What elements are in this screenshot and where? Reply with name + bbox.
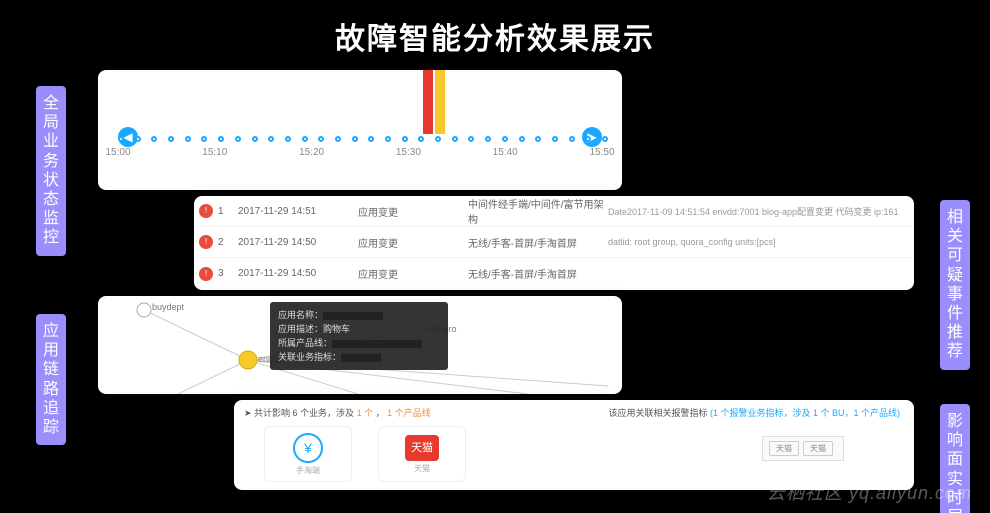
timeline-tick[interactable] (402, 136, 408, 142)
timeline-tick[interactable] (485, 136, 491, 142)
timeline-tick[interactable] (435, 136, 441, 142)
timeline-tick[interactable] (569, 136, 575, 142)
event-row[interactable]: !12017-11-29 14:51应用变更中间件经手端/中间件/富节用架构Da… (194, 196, 914, 227)
impact-right-text: 该应用关联相关报警指标 (1 个报警业务指标，涉及 1 个 BU，1 个产品线) (540, 406, 900, 419)
alert-icon: ! (199, 204, 213, 218)
yen-icon: ¥ (293, 433, 323, 463)
timeline-label: 15:40 (493, 147, 518, 158)
timeline-tick[interactable] (335, 136, 341, 142)
panel-impact: ➤ 共计影响 6 个业务，涉及 1 个 ， 1 个产品线 ¥ 手淘端 天猫 天猫… (234, 400, 914, 490)
timeline-tick[interactable] (368, 136, 374, 142)
timeline-tick[interactable] (302, 136, 308, 142)
node-label-a: buydept (152, 302, 184, 312)
timeline-tick[interactable] (218, 136, 224, 142)
impact-card-app[interactable]: ¥ 手淘端 (264, 426, 352, 482)
timeline-tick[interactable] (135, 136, 141, 142)
panel-topology: buydept enit02 odt-pro 应用名称： 应用描述：购物车 所属… (98, 296, 622, 394)
alert-icon: ! (199, 235, 213, 249)
timeline-bar-red (423, 70, 433, 134)
timeline-bar-yellow (435, 70, 445, 134)
timeline-label: 15:30 (396, 147, 421, 158)
timeline-tick[interactable] (602, 136, 608, 142)
timeline-tick[interactable] (502, 136, 508, 142)
timeline-tick[interactable] (352, 136, 358, 142)
timeline-tick[interactable] (385, 136, 391, 142)
timeline-tick[interactable] (235, 136, 241, 142)
timeline-tick[interactable] (118, 136, 124, 142)
label-global-monitor: 全局业务状态监控 (36, 86, 66, 256)
timeline-tick[interactable] (318, 136, 324, 142)
timeline-tick[interactable] (185, 136, 191, 142)
watermark: 云栖社区 yq.aliyun.com (767, 479, 972, 505)
alert-icon: ! (199, 267, 213, 281)
timeline-tick[interactable] (268, 136, 274, 142)
node-tooltip: 应用名称： 应用描述：购物车 所属产品线： 关联业务指标： (270, 302, 448, 370)
timeline-tick[interactable] (519, 136, 525, 142)
timeline-tick[interactable] (552, 136, 558, 142)
timeline-tick[interactable] (168, 136, 174, 142)
timeline-tick[interactable] (285, 136, 291, 142)
page-title: 故障智能分析效果展示 (0, 0, 990, 58)
impact-card-tmall[interactable]: 天猫 天猫 (378, 426, 466, 482)
timeline-label: 15:50 (589, 147, 614, 158)
event-row[interactable]: !22017-11-29 14:50应用变更无线/手客-首屏/手淘首屏datli… (194, 227, 914, 258)
panel-events: !12017-11-29 14:51应用变更中间件经手端/中间件/富节用架构Da… (194, 196, 914, 290)
timeline-tick[interactable] (468, 136, 474, 142)
progress-icon: ➤ (244, 408, 254, 418)
impact-tags: 天猫天猫 (762, 436, 844, 461)
label-suspect-events: 相关可疑事件推荐 (940, 200, 970, 370)
timeline-tick[interactable] (418, 136, 424, 142)
timeline-tick[interactable] (252, 136, 258, 142)
timeline-tick[interactable] (151, 136, 157, 142)
timeline-label: 15:20 (299, 147, 324, 158)
label-topology-trace: 应用链路追踪 (36, 314, 66, 445)
panel-timeline: ◀ ▶ 15:0015:1015:2015:3015:4015:50 (98, 70, 622, 190)
timeline-tick[interactable] (535, 136, 541, 142)
timeline-tick[interactable] (452, 136, 458, 142)
timeline-label: 15:00 (105, 147, 130, 158)
event-row[interactable]: !32017-11-29 14:50应用变更无线/手客-首屏/手淘首屏 (194, 258, 914, 289)
timeline-tick[interactable] (201, 136, 207, 142)
timeline-label: 15:10 (202, 147, 227, 158)
tmall-icon: 天猫 (405, 435, 439, 461)
